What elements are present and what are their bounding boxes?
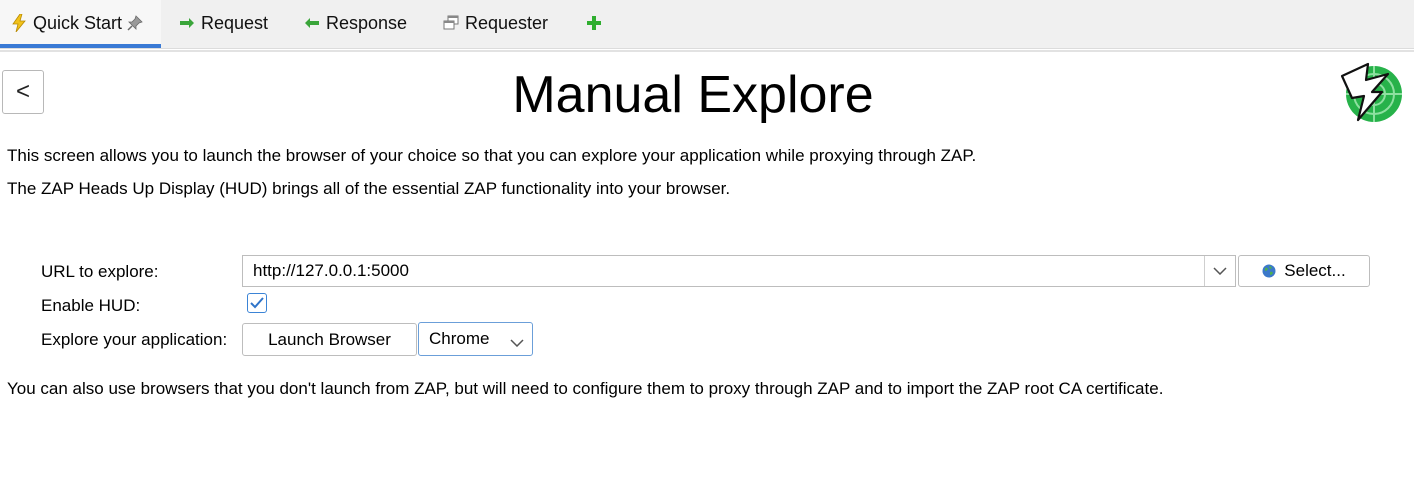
requester-windows-icon <box>442 14 460 32</box>
tab-quick-start[interactable]: Quick Start <box>0 0 161 48</box>
browser-select[interactable]: Chrome <box>418 322 533 356</box>
tab-response[interactable]: Response <box>303 0 407 46</box>
chevron-down-icon[interactable] <box>1204 256 1235 286</box>
arrow-right-icon <box>178 14 196 32</box>
zap-logo-icon <box>1338 58 1406 126</box>
page-title: Manual Explore <box>512 66 874 124</box>
add-tab-icon <box>585 14 603 32</box>
tab-label: Requester <box>465 12 549 33</box>
url-combobox[interactable]: http://127.0.0.1:5000 <box>242 255 1236 287</box>
url-label: URL to explore: <box>41 262 159 281</box>
globe-icon <box>1262 264 1276 278</box>
tab-request[interactable]: Request <box>178 0 268 46</box>
enable-hud-checkbox[interactable] <box>247 293 267 313</box>
browser-select-value: Chrome <box>429 329 490 348</box>
explore-label: Explore your application: <box>41 330 228 349</box>
chevron-down-icon <box>510 332 524 352</box>
description-launch: This screen allows you to launch the bro… <box>7 146 977 165</box>
lightning-icon <box>10 14 28 32</box>
tab-bar: Quick Start Request Response Requester <box>0 0 1414 49</box>
select-url-button[interactable]: Select... <box>1238 255 1370 287</box>
description-hud: The ZAP Heads Up Display (HUD) brings al… <box>7 179 731 198</box>
pin-icon[interactable] <box>126 14 144 32</box>
tab-label: Quick Start <box>33 12 123 33</box>
hud-label: Enable HUD: <box>41 296 141 315</box>
url-input[interactable]: http://127.0.0.1:5000 <box>243 261 1204 281</box>
arrow-left-icon <box>303 14 321 32</box>
tab-label: Response <box>326 12 408 33</box>
add-tab-button[interactable] <box>585 0 608 46</box>
tab-requester[interactable]: Requester <box>442 0 548 46</box>
tab-label: Request <box>201 12 269 33</box>
checkmark-icon <box>250 297 264 309</box>
launch-browser-button[interactable]: Launch Browser <box>242 323 417 356</box>
tab-divider <box>0 50 1414 52</box>
select-label: Select... <box>1284 261 1346 280</box>
footer-note: You can also use browsers that you don't… <box>7 379 1164 398</box>
